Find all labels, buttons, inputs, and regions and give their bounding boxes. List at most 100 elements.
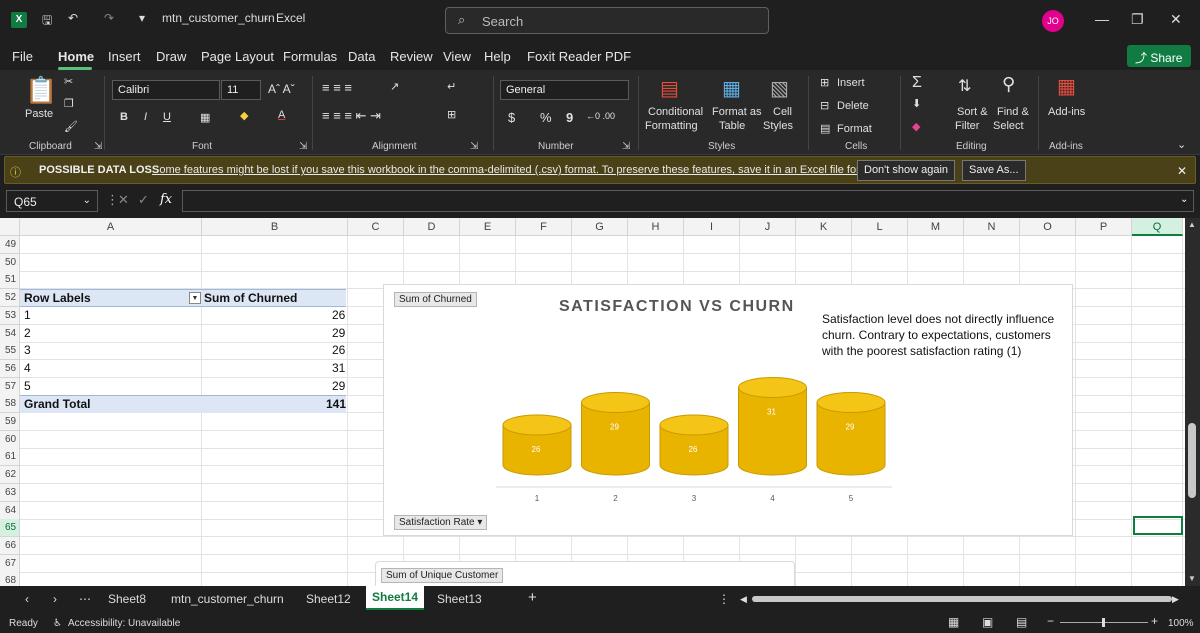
accessibility-status[interactable]: Accessibility: Unavailable [68, 618, 180, 629]
pivot-row-value[interactable]: 31 [332, 361, 345, 375]
close-icon[interactable]: ✕ [1170, 11, 1182, 28]
tab-sheet12[interactable]: Sheet12 [306, 592, 351, 606]
chart-bar[interactable]: 26 [659, 414, 729, 476]
close-warning-icon[interactable]: ✕ [1177, 164, 1187, 178]
pivot-row-label[interactable]: 2 [24, 326, 31, 340]
vertical-scrollbar[interactable]: ▲ ▼ [1185, 218, 1200, 586]
percent-style-icon[interactable]: % [540, 110, 552, 125]
menu-foxit[interactable]: Foxit Reader PDF [527, 49, 631, 64]
column-header-l[interactable]: L [852, 218, 908, 236]
chart-bar-body[interactable] [816, 402, 886, 476]
row-header-67[interactable]: 67 [0, 554, 20, 573]
column-header-c[interactable]: C [348, 218, 404, 236]
name-box-dropdown-icon[interactable]: ⌄ [83, 195, 91, 206]
font-launcher-icon[interactable]: ⇲ [299, 141, 307, 152]
font-name-select[interactable]: Calibri [112, 80, 220, 100]
insert-function-icon[interactable]: fx [160, 192, 172, 207]
pivot-row-label[interactable]: 1 [24, 308, 31, 322]
menu-help[interactable]: Help [484, 49, 511, 64]
horizontal-scroll-thumb[interactable] [752, 596, 1172, 602]
find-label[interactable]: Find & [997, 106, 1029, 118]
hscroll-right-icon[interactable]: ▶ [1172, 594, 1179, 605]
increase-decimal-icon[interactable]: ←0 .00 [586, 111, 615, 121]
chart-bar[interactable]: 31 [738, 377, 807, 476]
column-header-p[interactable]: P [1076, 218, 1132, 236]
insert-cells-label[interactable]: Insert [837, 77, 865, 89]
pivot-grand-total-label[interactable]: Grand Total [24, 397, 90, 411]
format-as-label[interactable]: Format as [712, 106, 762, 118]
pivot-row-value[interactable]: 26 [332, 343, 345, 357]
menu-draw[interactable]: Draw [156, 49, 186, 64]
column-header-m[interactable]: M [908, 218, 964, 236]
column-header-o[interactable]: O [1020, 218, 1076, 236]
add-ins-label[interactable]: Add-ins [1048, 106, 1085, 118]
column-header-e[interactable]: E [460, 218, 516, 236]
paste-icon[interactable]: 📋 [25, 75, 57, 106]
tab-sheet8[interactable]: Sheet8 [108, 592, 146, 606]
chart-bar-top[interactable] [816, 392, 886, 413]
row-header-64[interactable]: 64 [0, 501, 20, 520]
column-header-f[interactable]: F [516, 218, 572, 236]
chart-bar-top[interactable] [581, 392, 650, 413]
autosum-icon[interactable]: Σ [912, 74, 922, 92]
tab-sheet14[interactable]: Sheet14 [366, 586, 425, 610]
collapse-ribbon-icon[interactable]: ⌄ [1177, 138, 1186, 151]
select-label[interactable]: Select [993, 120, 1024, 132]
page-layout-view-icon[interactable]: ▣ [982, 615, 993, 629]
chart-bar[interactable]: 29 [581, 392, 650, 476]
number-format-select[interactable]: General [500, 80, 629, 100]
second-pivot-chart[interactable]: Sum of Unique Customer [375, 561, 795, 586]
row-header-53[interactable]: 53 [0, 306, 20, 325]
accounting-format-icon[interactable]: $ [508, 110, 515, 125]
sort-filter-icon[interactable]: ⇅ [958, 76, 971, 96]
pivot-row-label[interactable]: 4 [24, 361, 31, 375]
normal-view-icon[interactable]: ▦ [948, 615, 959, 629]
pivot-sum-header[interactable]: Sum of Churned [204, 291, 297, 305]
row-header-56[interactable]: 56 [0, 359, 20, 378]
pivot-grand-total-value[interactable]: 141 [326, 397, 346, 411]
menu-review[interactable]: Review [390, 49, 433, 64]
column-header-j[interactable]: J [740, 218, 796, 236]
add-ins-icon[interactable]: ▦ [1057, 74, 1076, 99]
chart-bar[interactable]: 26 [502, 414, 572, 476]
chart-bar-body[interactable] [738, 387, 807, 476]
name-box[interactable]: Q65 ⌄ [6, 190, 98, 212]
conditional-label[interactable]: Conditional [648, 106, 703, 118]
alignment-launcher-icon[interactable]: ⇲ [470, 141, 478, 152]
chart-plot-area[interactable]: 26 1 29 2 26 3 31 4 29 5 [384, 285, 1074, 537]
fill-color-icon[interactable]: ◆ [240, 109, 248, 122]
pivot-row-value[interactable]: 26 [332, 308, 345, 322]
column-header-g[interactable]: G [572, 218, 628, 236]
menu-view[interactable]: View [443, 49, 471, 64]
clipboard-launcher-icon[interactable]: ⇲ [94, 141, 102, 152]
page-break-view-icon[interactable]: ▤ [1016, 615, 1027, 629]
clear-icon[interactable]: ◆ [912, 120, 920, 133]
column-header-k[interactable]: K [796, 218, 852, 236]
avatar[interactable]: JO [1042, 10, 1064, 32]
row-header-51[interactable]: 51 [0, 271, 20, 290]
tab-mtn-customer-churn[interactable]: mtn_customer_churn [171, 592, 284, 606]
pivot-row-value[interactable]: 29 [332, 379, 345, 393]
customize-quick-access-icon[interactable]: ▾ [139, 11, 145, 25]
menu-data[interactable]: Data [348, 49, 375, 64]
save-icon[interactable]: 🖫 [42, 11, 52, 32]
wrap-text-icon[interactable]: ↵ [447, 80, 456, 93]
align-top-icon[interactable]: ≡ ≡ ≡ [322, 80, 352, 95]
pivot-row-labels-header[interactable]: Row Labels [24, 291, 91, 305]
accessibility-icon[interactable]: ♿ [53, 618, 62, 629]
row-header-54[interactable]: 54 [0, 324, 20, 343]
menu-file[interactable]: File [12, 49, 33, 64]
cell-styles-icon[interactable]: ▧ [770, 76, 789, 101]
pivot-row-value[interactable]: 29 [332, 326, 345, 340]
merge-center-icon[interactable]: ⊞ [447, 108, 456, 121]
row-header-66[interactable]: 66 [0, 536, 20, 555]
formula-input[interactable] [182, 190, 1194, 212]
menu-formulas[interactable]: Formulas [283, 49, 337, 64]
active-cell-selection[interactable] [1133, 516, 1183, 535]
column-header-h[interactable]: H [628, 218, 684, 236]
row-header-52[interactable]: 52 [0, 289, 20, 308]
formatting-label[interactable]: Formatting [645, 120, 698, 132]
row-header-57[interactable]: 57 [0, 377, 20, 396]
paste-label[interactable]: Paste [25, 108, 53, 120]
number-launcher-icon[interactable]: ⇲ [622, 141, 630, 152]
